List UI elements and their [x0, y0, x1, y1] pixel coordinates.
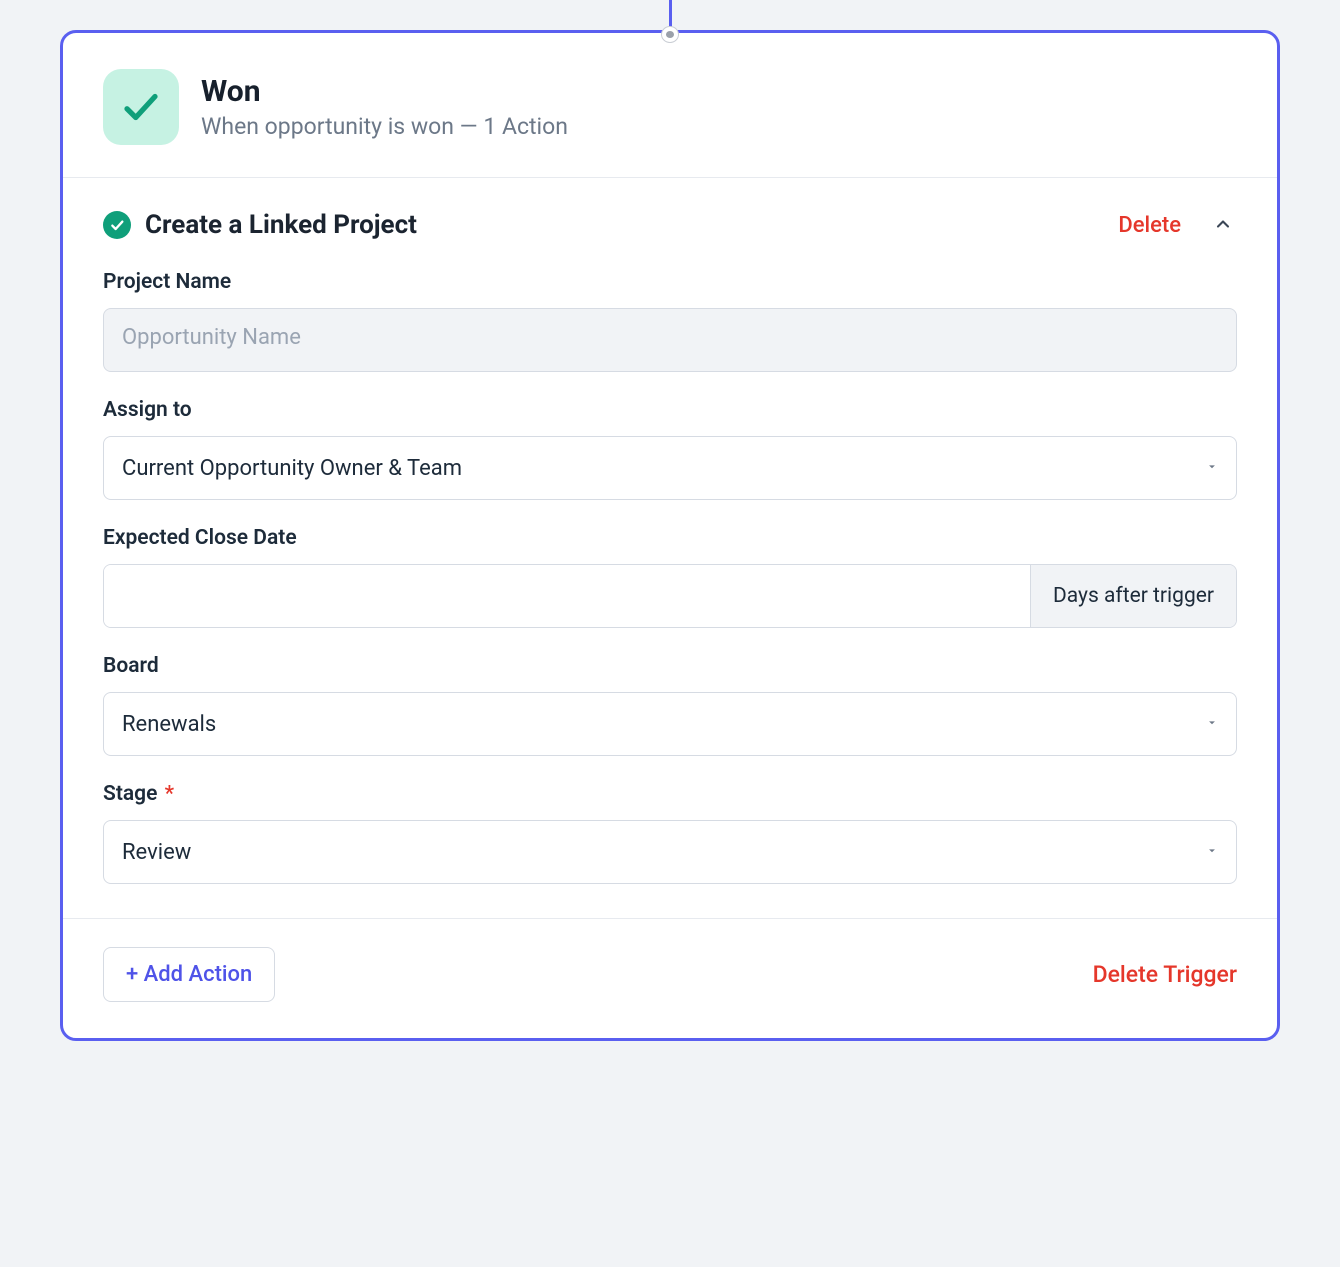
connector-node-icon	[662, 27, 678, 42]
trigger-title: Won	[201, 74, 568, 109]
board-label: Board	[103, 654, 1237, 678]
action-title: Create a Linked Project	[145, 210, 417, 240]
delete-action-button[interactable]: Delete	[1118, 213, 1181, 238]
close-date-input[interactable]	[104, 565, 1030, 627]
stage-select[interactable]: Review	[103, 820, 1237, 884]
close-date-label: Expected Close Date	[103, 526, 1237, 550]
assign-to-select[interactable]: Current Opportunity Owner & Team	[103, 436, 1237, 500]
board-select[interactable]: Renewals	[103, 692, 1237, 756]
card-footer: + Add Action Delete Trigger	[63, 919, 1277, 1038]
chevron-up-icon	[1213, 214, 1233, 237]
workflow-connector	[658, 0, 682, 42]
project-name-label: Project Name	[103, 270, 1237, 294]
delete-trigger-button[interactable]: Delete Trigger	[1093, 961, 1237, 988]
trigger-card: Won When opportunity is won — 1 Action C…	[60, 30, 1280, 1041]
card-header: Won When opportunity is won — 1 Action	[63, 33, 1277, 178]
assign-to-label: Assign to	[103, 398, 1237, 422]
action-section: Create a Linked Project Delete Project N…	[63, 178, 1277, 919]
project-name-input[interactable]: Opportunity Name	[103, 308, 1237, 372]
status-check-icon	[103, 211, 131, 239]
trigger-subtitle: When opportunity is won — 1 Action	[201, 113, 568, 140]
stage-label: Stage *	[103, 782, 1237, 806]
won-check-icon	[103, 69, 179, 145]
collapse-toggle[interactable]	[1209, 211, 1237, 239]
close-date-addon: Days after trigger	[1030, 565, 1236, 627]
add-action-button[interactable]: + Add Action	[103, 947, 275, 1002]
